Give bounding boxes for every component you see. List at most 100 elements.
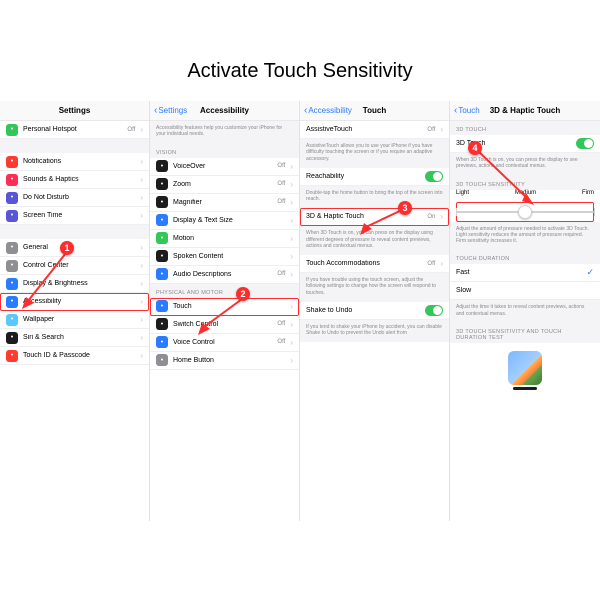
row-display-brightness[interactable]: •Display & Brightness› — [0, 275, 149, 293]
haptic-desc: When 3D Touch is on, you can press on th… — [300, 226, 449, 255]
switch-icon: • — [156, 318, 168, 330]
row-screen-time[interactable]: •Screen Time› — [0, 207, 149, 225]
row-sounds-haptics[interactable]: •Sounds & Haptics› — [0, 171, 149, 189]
row-label: Wallpaper — [23, 316, 135, 323]
section-test: 3D TOUCH SENSITIVITY AND TOUCH DURATION … — [450, 323, 600, 343]
chevron-right-icon: › — [290, 234, 293, 243]
header-title: Accessibility — [200, 106, 249, 115]
home-icon: • — [156, 354, 168, 366]
row-accessibility[interactable]: •Accessibility› — [0, 293, 149, 311]
gear-icon: • — [6, 242, 18, 254]
slider-label-light: Light — [456, 190, 469, 196]
row-touch[interactable]: •Touch› — [150, 298, 299, 316]
row-label: Screen Time — [23, 212, 135, 219]
row-spoken-content[interactable]: •Spoken Content› — [150, 248, 299, 266]
row-value: Off — [277, 181, 285, 187]
callout-2: 2 — [236, 287, 250, 301]
chevron-right-icon: › — [290, 216, 293, 225]
link-icon: • — [6, 124, 18, 136]
row-display-text-size[interactable]: • Display & Text Size › — [150, 212, 299, 230]
row-control-center[interactable]: •Control Center› — [0, 257, 149, 275]
header-title: Settings — [59, 106, 91, 115]
row-touch-id-passcode[interactable]: •Touch ID & Passcode› — [0, 347, 149, 365]
row-personal-hotspot[interactable]: •Personal HotspotOff› — [0, 121, 149, 139]
chevron-right-icon: › — [290, 356, 293, 365]
slider-label-medium: Medium — [515, 190, 536, 196]
row-label: Control Center — [23, 262, 135, 269]
chevron-right-icon: › — [290, 198, 293, 207]
row-3d-haptic-touch[interactable]: 3D & Haptic Touch On › — [300, 208, 449, 226]
chevron-right-icon: › — [290, 302, 293, 311]
back-button[interactable]: ‹Accessibility — [304, 106, 352, 116]
row-siri-search[interactable]: •Siri & Search› — [0, 329, 149, 347]
row-voiceover[interactable]: •VoiceOverOff› — [150, 158, 299, 176]
row-duration-fast[interactable]: Fast ✓ — [450, 264, 600, 282]
panel-accessibility: ‹Settings Accessibility Accessibility fe… — [150, 101, 300, 521]
chevron-right-icon: › — [290, 180, 293, 189]
row-label: Slow — [456, 287, 594, 294]
row-do-not-disturb[interactable]: •Do Not Disturb› — [0, 189, 149, 207]
row-magnifier[interactable]: •MagnifierOff› — [150, 194, 299, 212]
row-shake-to-undo[interactable]: Shake to Undo — [300, 302, 449, 320]
chevron-left-icon: ‹ — [154, 106, 157, 116]
touchid-icon: • — [6, 350, 18, 362]
row-voice-control[interactable]: •Voice ControlOff› — [150, 334, 299, 352]
row-label: Do Not Disturb — [23, 194, 135, 201]
sliders-icon: • — [6, 260, 18, 272]
test-image[interactable] — [508, 351, 542, 385]
row-reachability[interactable]: Reachability — [300, 168, 449, 186]
row-switch-control[interactable]: •Switch ControlOff› — [150, 316, 299, 334]
row-touch-accommodations[interactable]: Touch Accommodations Off › — [300, 255, 449, 273]
row-label: Sounds & Haptics — [23, 176, 135, 183]
siri-icon: • — [6, 332, 18, 344]
row-value: Off — [427, 127, 435, 133]
chevron-right-icon: › — [290, 252, 293, 261]
row-audio-descriptions[interactable]: •Audio DescriptionsOff› — [150, 266, 299, 284]
section-sensitivity: 3D TOUCH SENSITIVITY — [450, 176, 600, 190]
chevron-right-icon: › — [440, 212, 443, 221]
panel-container: Settings •Personal HotspotOff› •Notificat… — [0, 101, 600, 521]
toggle-on[interactable] — [425, 305, 443, 316]
row-zoom[interactable]: •ZoomOff› — [150, 176, 299, 194]
back-button[interactable]: ‹Settings — [154, 106, 187, 116]
row-home-button[interactable]: •Home Button› — [150, 352, 299, 370]
back-button[interactable]: ‹Touch — [454, 106, 480, 116]
row-label: Display & Text Size — [173, 217, 285, 224]
toggle-on[interactable] — [576, 138, 594, 149]
flower-icon: • — [6, 314, 18, 326]
chevron-right-icon: › — [290, 270, 293, 279]
callout-3: 3 — [398, 201, 412, 215]
row-label: Reachability — [306, 173, 420, 180]
row-value: Off — [277, 199, 285, 205]
row-value: Off — [277, 339, 285, 345]
header-title: Touch — [363, 106, 386, 115]
toggle-on[interactable] — [425, 171, 443, 182]
chevron-right-icon: › — [140, 279, 143, 288]
row-label: Shake to Undo — [306, 307, 420, 314]
row-duration-slow[interactable]: Slow — [450, 282, 600, 300]
row-label: AssistiveTouch — [306, 126, 422, 133]
bell-icon: • — [6, 156, 18, 168]
slider-knob[interactable] — [518, 205, 532, 219]
row-assistivetouch[interactable]: AssistiveTouch Off › — [300, 121, 449, 139]
section-3dtouch: 3D TOUCH — [450, 121, 600, 135]
row-general[interactable]: •General› — [0, 239, 149, 257]
Aa-icon: • — [156, 214, 168, 226]
chevron-right-icon: › — [440, 259, 443, 268]
slider-desc: Adjust the amount of pressure needed to … — [450, 222, 600, 251]
sensitivity-slider[interactable] — [456, 202, 594, 222]
mag-icon: • — [156, 196, 168, 208]
chevron-left-icon: ‹ — [454, 106, 457, 116]
row-label: Accessibility — [23, 298, 135, 305]
chevron-left-icon: ‹ — [304, 106, 307, 116]
panel-3d-haptic: ‹Touch 3D & Haptic Touch 3D TOUCH 3D Tou… — [450, 101, 600, 521]
row-label: Voice Control — [173, 339, 272, 346]
row-wallpaper[interactable]: •Wallpaper› — [0, 311, 149, 329]
header-touch: ‹Accessibility Touch — [300, 101, 449, 121]
row-value: On — [427, 214, 435, 220]
row-notifications[interactable]: •Notifications› — [0, 153, 149, 171]
chevron-right-icon: › — [140, 351, 143, 360]
row-label: Switch Control — [173, 321, 272, 328]
row-motion[interactable]: •Motion› — [150, 230, 299, 248]
person-icon: • — [6, 296, 18, 308]
